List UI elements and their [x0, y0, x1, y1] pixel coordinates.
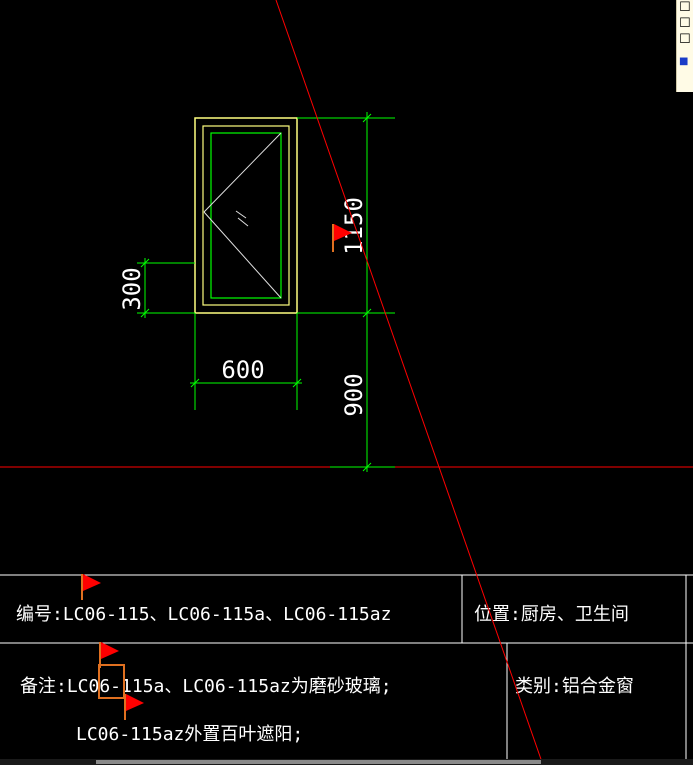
tooltip-popup: ☐ ☐ ☐ ■	[676, 0, 693, 92]
cut-line[interactable]	[275, 0, 544, 765]
scrollbar-thumb[interactable]	[96, 760, 541, 764]
category-text[interactable]: 类别:铝合金窗	[515, 676, 634, 697]
dim-text-300[interactable]: 300	[118, 267, 146, 310]
opening-line-bottom	[203, 211, 282, 299]
horizontal-scrollbar[interactable]	[0, 759, 693, 765]
location-text[interactable]: 位置:厨房、卫生间	[474, 604, 629, 625]
note-highlight: 115	[121, 676, 154, 697]
glass-mark	[237, 217, 249, 227]
window-inner-frame[interactable]	[202, 125, 290, 306]
note-prefix: 备注:LC06-	[20, 676, 121, 697]
tooltip-glyph: ☐	[679, 32, 691, 47]
flag-icon[interactable]	[124, 694, 144, 720]
dim-text-600[interactable]: 600	[221, 356, 264, 384]
tooltip-link-icon[interactable]: ■	[677, 54, 693, 70]
opening-line-top	[203, 132, 282, 213]
cad-drawing[interactable]: 300 600 1150 900 编号:LC06-115、LC06-115a、L…	[0, 0, 693, 765]
flag-icon[interactable]	[81, 574, 101, 600]
tooltip-glyph: ☐	[679, 16, 691, 31]
code-text[interactable]: 编号:LC06-115、LC06-115a、LC06-115az	[16, 604, 391, 625]
note-text[interactable]: 备注:LC06-115a、LC06-115az为磨砂玻璃;	[20, 676, 392, 697]
dim-text-1150[interactable]: 1150	[340, 197, 368, 255]
glass-mark	[235, 210, 247, 219]
tooltip-glyph: ☐	[679, 0, 691, 15]
window-outer-frame[interactable]	[194, 117, 298, 314]
window-sash[interactable]	[210, 132, 282, 299]
dim-text-900[interactable]: 900	[340, 373, 368, 416]
note-rest: a、LC06-115az为磨砂玻璃;	[154, 676, 392, 697]
cad-viewport[interactable]: 300 600 1150 900 编号:LC06-115、LC06-115a、L…	[0, 0, 693, 765]
note-line2-text[interactable]: LC06-115az外置百叶遮阳;	[76, 724, 303, 745]
